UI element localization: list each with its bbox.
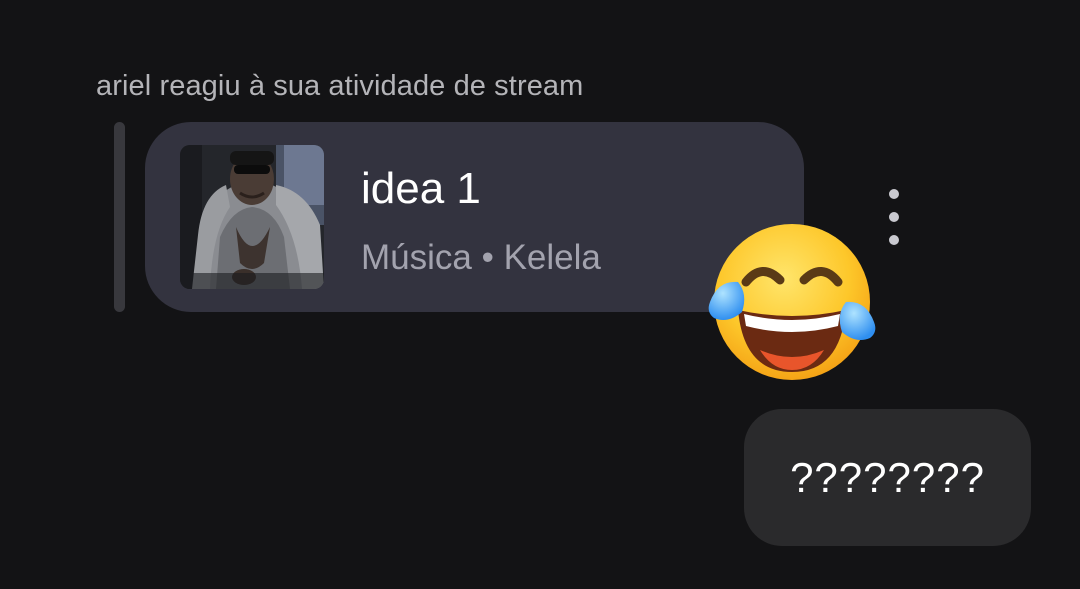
album-art: [180, 145, 324, 289]
message-bubble[interactable]: ????????: [744, 409, 1031, 546]
track-subtitle: Música • Kelela: [361, 238, 601, 277]
ellipsis-dot: [889, 212, 899, 222]
chat-screen: ariel reagiu à sua atividade de stream i…: [0, 0, 1080, 589]
reaction-header: ariel reagiu à sua atividade de stream: [96, 70, 584, 102]
quote-bar: [114, 122, 125, 312]
ellipsis-dot: [889, 235, 899, 245]
face-with-tears-of-joy-icon: [704, 222, 880, 382]
vertical-ellipsis-icon: [889, 189, 899, 199]
more-options-button[interactable]: [876, 184, 912, 250]
message-text: ????????: [790, 453, 985, 501]
track-title: idea 1: [361, 164, 481, 213]
